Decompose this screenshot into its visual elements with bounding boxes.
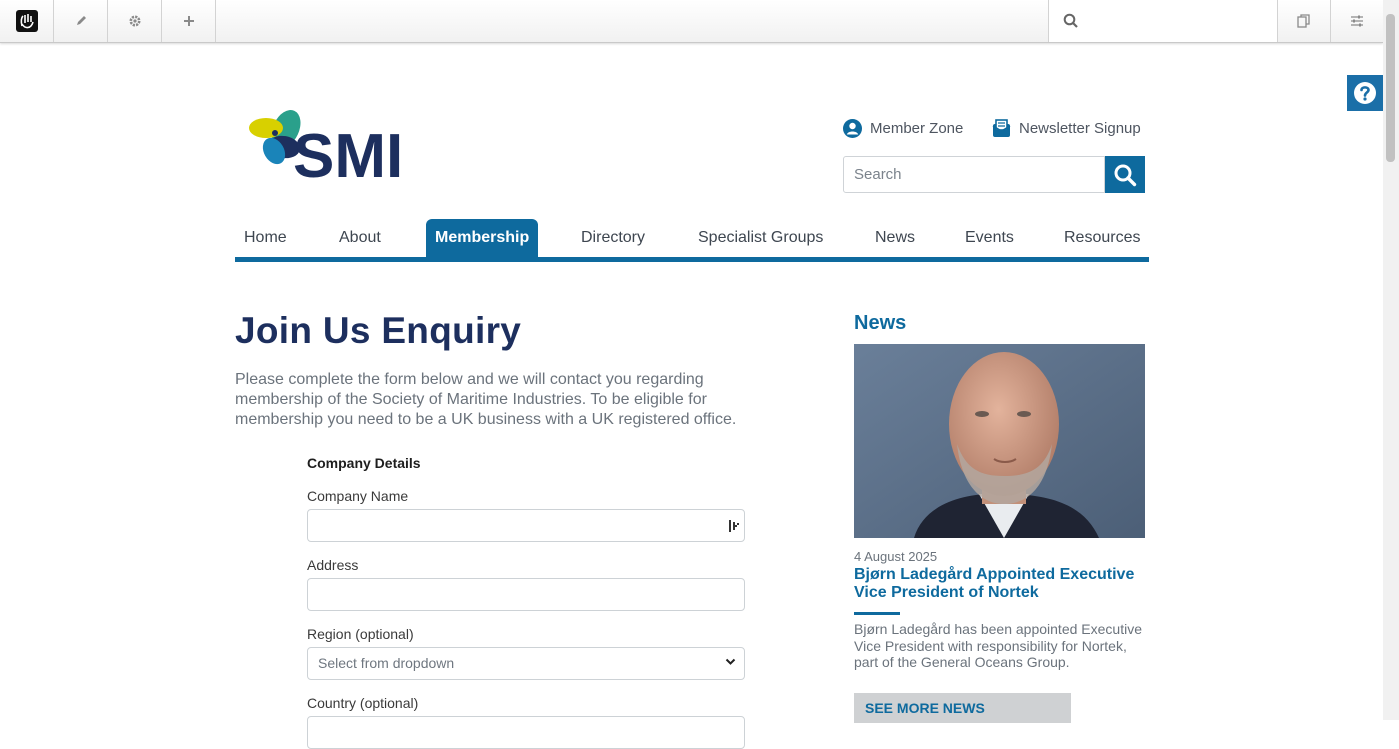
plus-icon[interactable] (162, 0, 216, 42)
country-label: Country (optional) (307, 695, 419, 711)
cms-toolbar (0, 0, 1383, 43)
newsletter-link[interactable]: Newsletter Signup (992, 119, 1141, 138)
scrollbar-thumb[interactable] (1386, 14, 1395, 162)
site-search (843, 156, 1145, 193)
portrait-image (854, 344, 1145, 538)
search-button[interactable] (1105, 156, 1145, 193)
smi-logo[interactable]: SMI (246, 105, 411, 191)
page-scrollbar[interactable] (1383, 0, 1399, 720)
nav-events[interactable]: Events (956, 219, 1023, 257)
nav-news[interactable]: News (866, 219, 924, 257)
news-divider (854, 612, 900, 615)
nav-specialist-groups[interactable]: Specialist Groups (689, 219, 832, 257)
chevron-down-icon (725, 658, 736, 665)
smi-logo-mark: SMI (249, 110, 403, 191)
region-select[interactable]: Select from dropdown (307, 647, 745, 680)
nav-directory[interactable]: Directory (572, 219, 654, 257)
logo-text: SMI (293, 122, 403, 185)
company-name-label: Company Name (307, 488, 409, 504)
search-icon (1114, 164, 1137, 186)
address-field[interactable] (307, 578, 745, 611)
concrete-logo-icon[interactable] (0, 0, 54, 42)
gear-icon[interactable] (108, 0, 162, 42)
pencil-icon[interactable] (54, 0, 108, 42)
newsletter-icon (992, 119, 1011, 137)
main-nav: Home About Membership Directory Speciali… (235, 219, 1149, 262)
nav-about[interactable]: About (330, 219, 390, 257)
help-icon[interactable] (1347, 75, 1383, 111)
newsletter-label: Newsletter Signup (1019, 120, 1141, 137)
member-zone-link[interactable]: Member Zone (843, 119, 963, 138)
region-label: Region (optional) (307, 626, 414, 642)
address-label: Address (307, 557, 359, 573)
region-select-value: Select from dropdown (318, 655, 455, 671)
search-input[interactable] (843, 156, 1105, 193)
intro-text: Please complete the form below and we wi… (235, 371, 737, 428)
nav-membership[interactable]: Membership (426, 219, 539, 257)
member-zone-label: Member Zone (870, 120, 964, 137)
news-date: 4 August 2025 (854, 549, 938, 564)
company-name-field[interactable] (307, 509, 745, 542)
news-summary: Bjørn Ladegård has been appointed Execut… (854, 621, 1142, 670)
news-title-link[interactable]: Bjørn Ladegård Appointed Executive Vice … (854, 566, 1145, 602)
country-field[interactable] (307, 716, 745, 749)
sliders-icon[interactable] (1330, 0, 1383, 42)
see-more-news-button[interactable]: SEE MORE NEWS (854, 693, 1071, 723)
news-heading: News (854, 312, 907, 334)
news-photo[interactable] (854, 344, 1145, 538)
user-circle-icon (843, 119, 862, 138)
pages-icon[interactable] (1277, 0, 1331, 42)
autofill-icon[interactable] (728, 519, 740, 533)
nav-resources[interactable]: Resources (1055, 219, 1149, 257)
company-details-heading: Company Details (307, 455, 421, 471)
nav-home[interactable]: Home (235, 219, 296, 257)
page-title: Join Us Enquiry (235, 310, 522, 351)
cms-search[interactable] (1048, 0, 1278, 42)
search-icon (1063, 13, 1078, 28)
